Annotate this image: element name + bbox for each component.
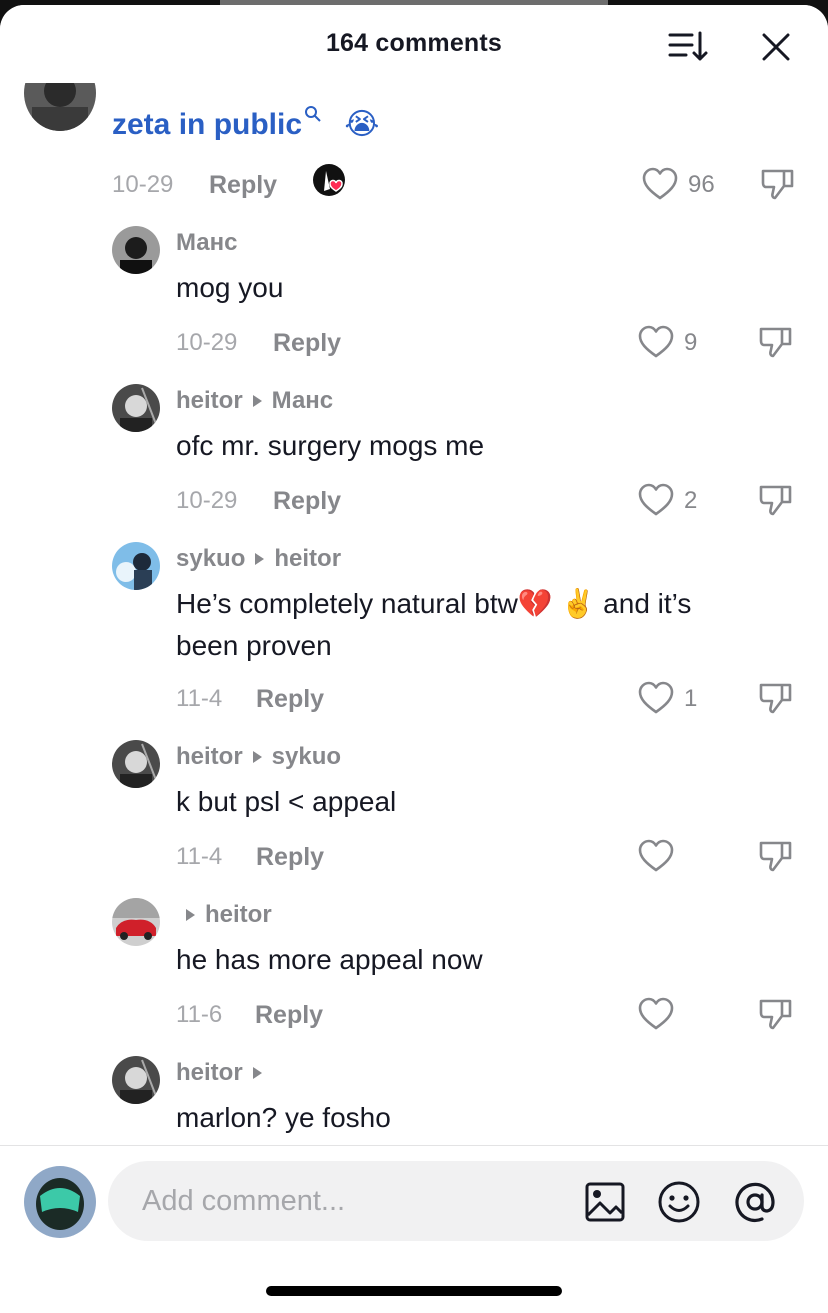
avatar[interactable] [112,898,160,946]
reply-button[interactable]: Reply [256,843,324,872]
comment-username[interactable]: Манс [176,229,237,257]
like-count: 96 [688,171,715,198]
like-button[interactable]: 96 [642,165,762,205]
thumbs-down-icon [759,841,792,872]
image-button[interactable] [582,1179,628,1225]
reply-button[interactable]: Reply [209,171,277,200]
like-button[interactable]: 9 [638,323,758,363]
image-icon [585,1182,625,1222]
dislike-button[interactable] [758,481,798,521]
comment-date: 11-6 [176,1001,223,1028]
victory-hand-emoji: ✌️ [560,587,596,620]
reply-arrow-icon [252,1066,262,1079]
reply-to-username[interactable]: heitor [274,545,341,572]
reply-arrow-icon [252,394,262,407]
avatar[interactable] [112,384,160,432]
comment-input[interactable]: Add comment... [108,1161,804,1241]
dislike-button[interactable] [760,165,800,205]
comment-date: 10-29 [176,487,238,514]
search-icon [305,106,321,122]
emoji-button[interactable] [656,1179,702,1225]
my-avatar[interactable] [24,1166,96,1238]
comment-date: 11-4 [176,843,223,870]
comment-text: marlon? ye fosho [176,1102,391,1133]
close-button[interactable] [756,27,796,67]
mention-link[interactable]: zeta in public 😭 [112,106,380,142]
like-count: 2 [684,487,698,514]
reply-to-username[interactable]: heitor [205,901,272,928]
like-button[interactable]: 2 [638,481,758,521]
broken-heart-emoji: 💔 [517,587,553,620]
sort-button[interactable] [666,27,710,67]
comment-username[interactable]: sykuo heitor [176,545,341,573]
heart-outline-icon [638,483,674,516]
dislike-button[interactable] [758,995,798,1035]
comment-date: 11-4 [176,685,223,712]
like-count: 1 [684,685,698,712]
close-icon [762,33,790,61]
like-button[interactable] [638,995,758,1035]
home-indicator[interactable] [266,1286,562,1296]
crying-emoji: 😭 [344,107,380,142]
at-sign-icon [735,1182,775,1223]
reply-arrow-icon [186,908,195,921]
reply-to-username[interactable]: sykuo [272,743,341,770]
dislike-button[interactable] [758,837,798,877]
comment-input-placeholder: Add comment... [142,1185,346,1217]
heart-outline-icon [638,325,674,358]
comment-username[interactable]: heitor [176,901,272,929]
dislike-button[interactable] [758,679,798,719]
like-button[interactable]: 1 [638,679,758,719]
thumbs-down-icon [761,169,794,200]
comment-username[interactable]: heitor sykuo [176,743,341,771]
like-button[interactable] [638,837,758,877]
comment-text: he has more appeal now [176,944,483,975]
reply-button[interactable]: Reply [255,1001,323,1030]
reply-to-username[interactable]: Манс [272,387,333,414]
comments-header: 164 comments [0,5,828,83]
reply-arrow-icon [252,750,262,763]
mention-button[interactable] [732,1179,778,1225]
comment-text: ofc mr. surgery mogs me [176,430,485,461]
comment-date: 10-29 [112,171,174,198]
comment-list[interactable]: zeta in public 😭 10-29 Reply 96 Манс mog… [0,5,828,1145]
thumbs-down-icon [759,999,792,1030]
reply-arrow-icon [255,552,265,565]
comment-username[interactable]: heitor Манс [176,387,333,415]
comment-text: He’s completely natural btw💔 ✌️ and it’s… [176,587,692,661]
dislike-button[interactable] [758,323,798,363]
reply-button[interactable]: Reply [273,329,341,358]
avatar[interactable] [112,740,160,788]
heart-outline-icon [642,167,678,200]
emoji-icon [658,1181,700,1223]
thumbs-down-icon [759,327,792,358]
heart-outline-icon [638,997,674,1030]
comments-sheet: zeta in public 😭 10-29 Reply 96 Манс mog… [0,5,828,1313]
avatar[interactable] [112,226,160,274]
comment-date: 10-29 [176,329,238,356]
comment-text: k but psl < appeal [176,786,397,817]
comment-text: mog you [176,272,284,303]
like-count: 9 [684,329,698,356]
creator-liked-badge [312,163,350,201]
comment-username[interactable]: heitor [176,1059,272,1087]
avatar[interactable] [112,542,160,590]
reply-button[interactable]: Reply [256,685,324,714]
thumbs-down-icon [759,683,792,714]
thumbs-down-icon [759,485,792,516]
heart-outline-icon [638,681,674,714]
avatar[interactable] [112,1056,160,1104]
reply-button[interactable]: Reply [273,487,341,516]
heart-outline-icon [638,839,674,872]
sort-icon [668,31,708,61]
